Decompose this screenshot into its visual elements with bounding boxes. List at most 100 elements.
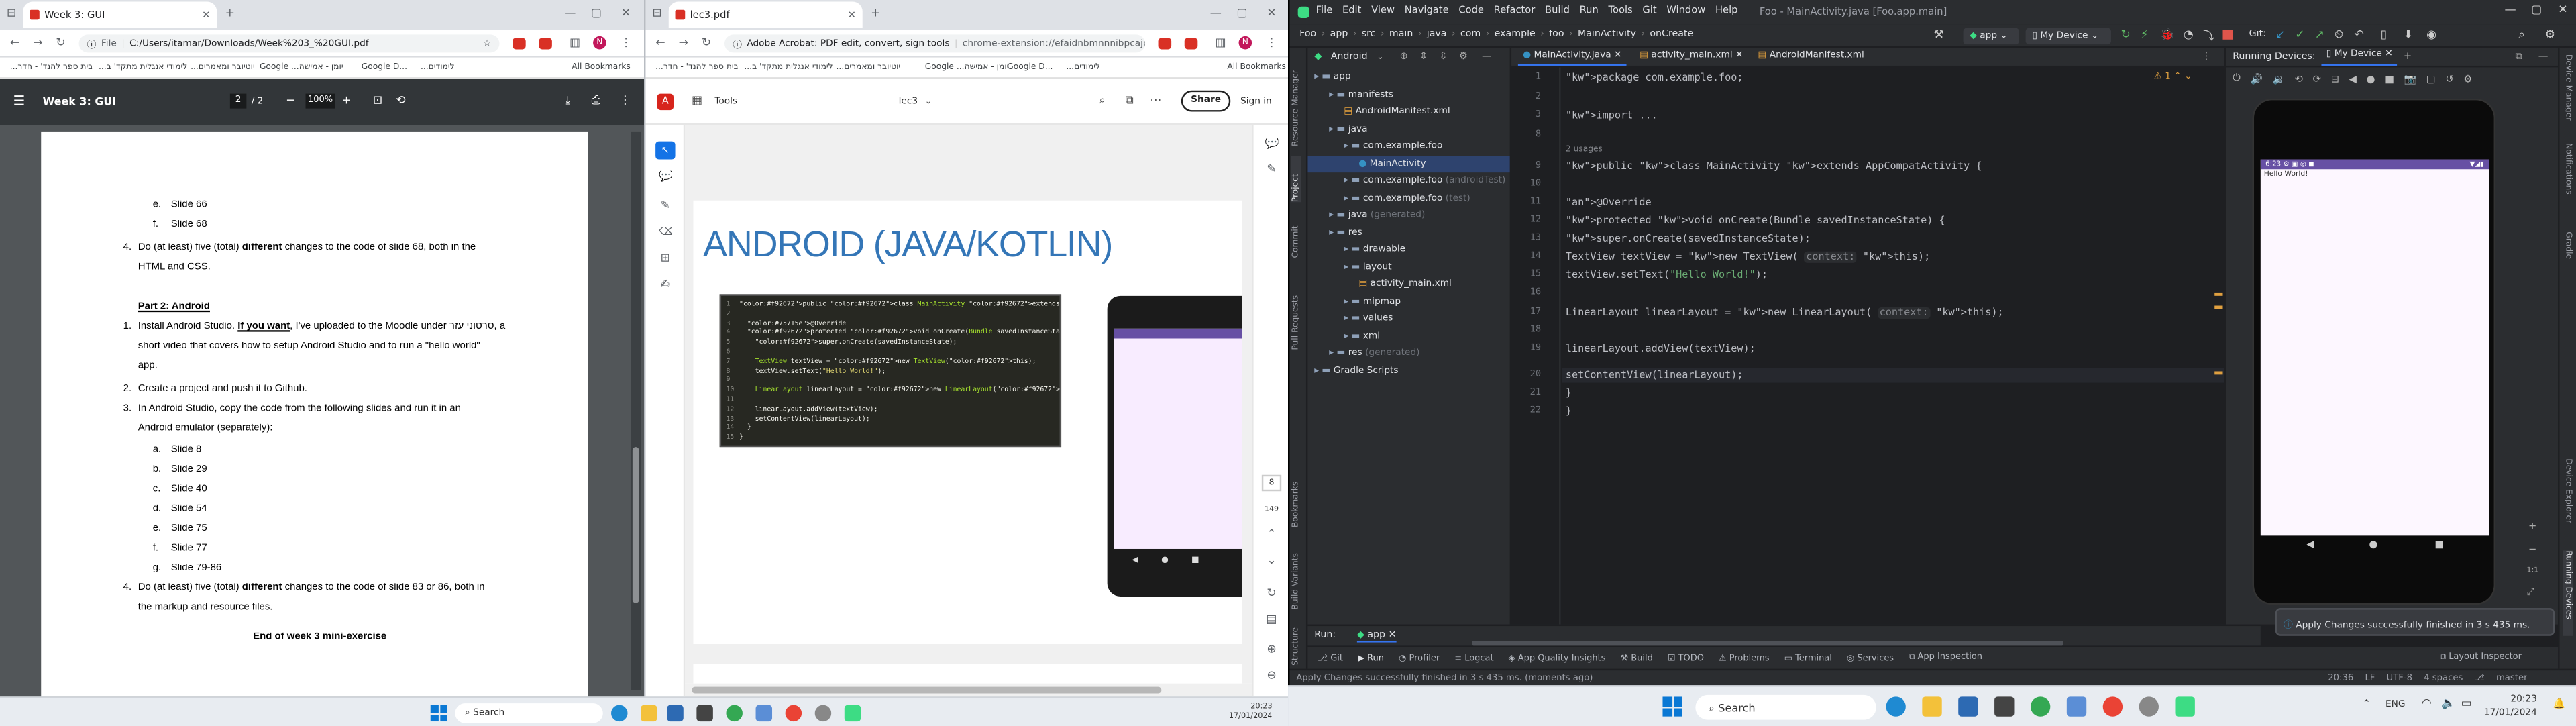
edge-icon[interactable]: [611, 705, 628, 722]
bookmark[interactable]: Google D...: [1007, 62, 1053, 72]
pages-icon[interactable]: ⧉: [1126, 94, 1134, 109]
minimize-icon[interactable]: —: [1208, 8, 1224, 19]
breadcrumb-item[interactable]: com: [1460, 30, 1481, 40]
new-tab-icon[interactable]: +: [223, 8, 237, 19]
clock[interactable]: 20:23 17/01/2024: [1229, 703, 1273, 723]
menu-icon[interactable]: ⋮: [619, 38, 633, 49]
more-icon[interactable]: ⋯: [1150, 94, 1161, 107]
maximize-icon[interactable]: ▢: [588, 8, 604, 19]
volume-down-icon[interactable]: 🔉: [2273, 73, 2285, 85]
maximize-icon[interactable]: ▢: [1234, 8, 1250, 19]
rotate-right-icon[interactable]: ⟳: [2313, 73, 2321, 85]
menu-item[interactable]: Run: [1580, 5, 1599, 16]
settings-icon[interactable]: [2139, 696, 2159, 717]
scroll-thumb[interactable]: [632, 447, 639, 603]
tree-item[interactable]: ▸ ▬ res: [1307, 224, 1509, 240]
tray-chevron-icon[interactable]: ⌃: [2363, 698, 2371, 710]
volume-icon[interactable]: 🔈: [2441, 696, 2455, 710]
run-config-select[interactable]: ◆ app ⌄: [1963, 28, 2019, 45]
phone-screen[interactable]: 6:23 ⚙ ▣ ◎ ◼ ▼◢▮ Hello World!: [2260, 159, 2489, 536]
back-icon[interactable]: ◀: [2349, 73, 2357, 85]
doc-name[interactable]: lec3: [899, 97, 918, 107]
debug-icon[interactable]: 🐞: [2160, 28, 2174, 42]
select-tool-icon[interactable]: ↖: [655, 141, 676, 160]
breadcrumb-item[interactable]: java: [1427, 30, 1447, 40]
tree-item[interactable]: ▸ ▬ layout: [1307, 259, 1509, 275]
tree-item[interactable]: ▸ ▬ manifests: [1307, 87, 1509, 103]
start-icon[interactable]: [1662, 696, 1682, 717]
profile-icon[interactable]: ◔: [2184, 28, 2194, 42]
clock[interactable]: 20:23 17/01/2024: [2484, 693, 2537, 719]
nav-recents-icon[interactable]: ■: [2434, 539, 2444, 550]
highlight-icon[interactable]: ⌫: [659, 227, 672, 238]
tree-item[interactable]: ▸ ▬ Gradle Scripts: [1307, 362, 1509, 378]
close-icon[interactable]: ✕: [1263, 8, 1279, 19]
sign-icon[interactable]: ✍: [659, 279, 672, 291]
bottom-tab[interactable]: ≡ Logcat: [1454, 653, 1493, 663]
tab-close-icon[interactable]: ✕: [848, 9, 856, 20]
bottom-tab[interactable]: ◔ Profiler: [1399, 653, 1440, 663]
zoom-input[interactable]: 100%: [305, 93, 335, 109]
ai-assistant-icon[interactable]: 💬: [1265, 138, 1279, 150]
share-button[interactable]: Share: [1181, 90, 1231, 112]
breadcrumb-item[interactable]: foo: [1549, 30, 1564, 40]
encoding[interactable]: UTF-8: [2387, 674, 2412, 684]
file-explorer-icon[interactable]: [641, 705, 657, 722]
left-tab[interactable]: Week 3: GUI ✕: [23, 1, 217, 28]
hide-icon[interactable]: —: [1482, 51, 1492, 62]
commit-tab[interactable]: Commit: [1291, 212, 1301, 258]
tree-item[interactable]: ▸ ▬ app: [1307, 69, 1509, 85]
tab-close-icon[interactable]: ✕: [202, 9, 210, 20]
mid-tab[interactable]: lec3.pdf ✕: [668, 1, 863, 28]
page-up-icon[interactable]: ⌃: [1265, 529, 1279, 541]
reload-icon[interactable]: ↻: [54, 38, 68, 49]
mid-h-scrollbar[interactable]: [685, 683, 1252, 697]
bookmark[interactable]: ...יוטיובר ומאמרים: [191, 62, 255, 72]
new-device-tab-icon[interactable]: +: [2404, 51, 2412, 62]
tree-item[interactable]: ▤ AndroidManifest.xml: [1307, 103, 1509, 119]
zoom-in-icon[interactable]: +: [341, 94, 351, 107]
minimize-icon[interactable]: —: [562, 8, 578, 19]
bookmark[interactable]: Google ...יומן - אמישה: [925, 62, 1009, 72]
close-icon[interactable]: ✕: [2555, 5, 2571, 16]
nav-home-icon[interactable]: ●: [2369, 539, 2377, 550]
settings-icon[interactable]: ⚙: [2463, 73, 2472, 85]
android-studio-icon[interactable]: [2175, 696, 2195, 717]
tree-item[interactable]: ▸ ▬ drawable: [1307, 242, 1509, 258]
hide-pane-icon[interactable]: —: [2538, 51, 2548, 62]
back-icon[interactable]: ←: [654, 38, 667, 49]
page-input[interactable]: 2: [229, 93, 247, 109]
profile-avatar[interactable]: N: [1238, 36, 1252, 50]
menu-item[interactable]: Window: [1666, 5, 1705, 16]
extension-icon-2[interactable]: [539, 38, 552, 50]
tree-item[interactable]: ▸ ▬ com.example.foo (androidTest): [1307, 172, 1509, 189]
apply-changes-icon[interactable]: ⚡: [2141, 28, 2149, 42]
usages-hint[interactable]: 2 usages: [1566, 145, 1603, 155]
chrome-profile-icon[interactable]: [785, 705, 802, 722]
notifications-tab[interactable]: Notifications: [2563, 143, 2573, 215]
editor-tab-layout[interactable]: ▤ activity_main.xml ✕: [1640, 51, 1743, 61]
account-icon[interactable]: ◉: [2426, 28, 2436, 42]
editor-tab-manifest[interactable]: ▤ AndroidManifest.xml: [1758, 51, 1864, 61]
sidepanel-icon[interactable]: ▥: [1214, 38, 1228, 49]
forward-icon[interactable]: →: [677, 38, 690, 49]
tree-item[interactable]: ▸ ▬ mipmap: [1307, 293, 1509, 309]
running-devices-tab[interactable]: Running Devices: [2563, 550, 2573, 636]
extension-icon[interactable]: [513, 38, 526, 50]
chrome-profile-icon[interactable]: [2102, 696, 2123, 717]
menu-icon[interactable]: ⋮: [1265, 38, 1279, 49]
bottom-tab[interactable]: ▶ Run: [1358, 653, 1384, 663]
menu-item[interactable]: Code: [1458, 5, 1484, 16]
download-icon[interactable]: ⤓: [565, 94, 570, 109]
project-view-chevron-icon[interactable]: ⌄: [1377, 52, 1383, 62]
sidepanel-icon[interactable]: ▥: [568, 38, 582, 49]
tree-item[interactable]: ▸ ▬ xml: [1307, 328, 1509, 344]
refresh-icon[interactable]: ↻: [1265, 588, 1279, 600]
bottom-tab[interactable]: ⚠ Problems: [1719, 653, 1770, 663]
bookmark[interactable]: ...לימודים: [1066, 62, 1100, 72]
app-icon-2[interactable]: [2066, 696, 2087, 717]
tree-item[interactable]: ▸ ▬ java (generated): [1307, 207, 1509, 223]
editor-tab-main[interactable]: ● MainActivity.java ✕: [1517, 51, 1627, 66]
comment-icon[interactable]: 💬: [659, 171, 672, 183]
edit-icon[interactable]: ✎: [1265, 164, 1279, 176]
